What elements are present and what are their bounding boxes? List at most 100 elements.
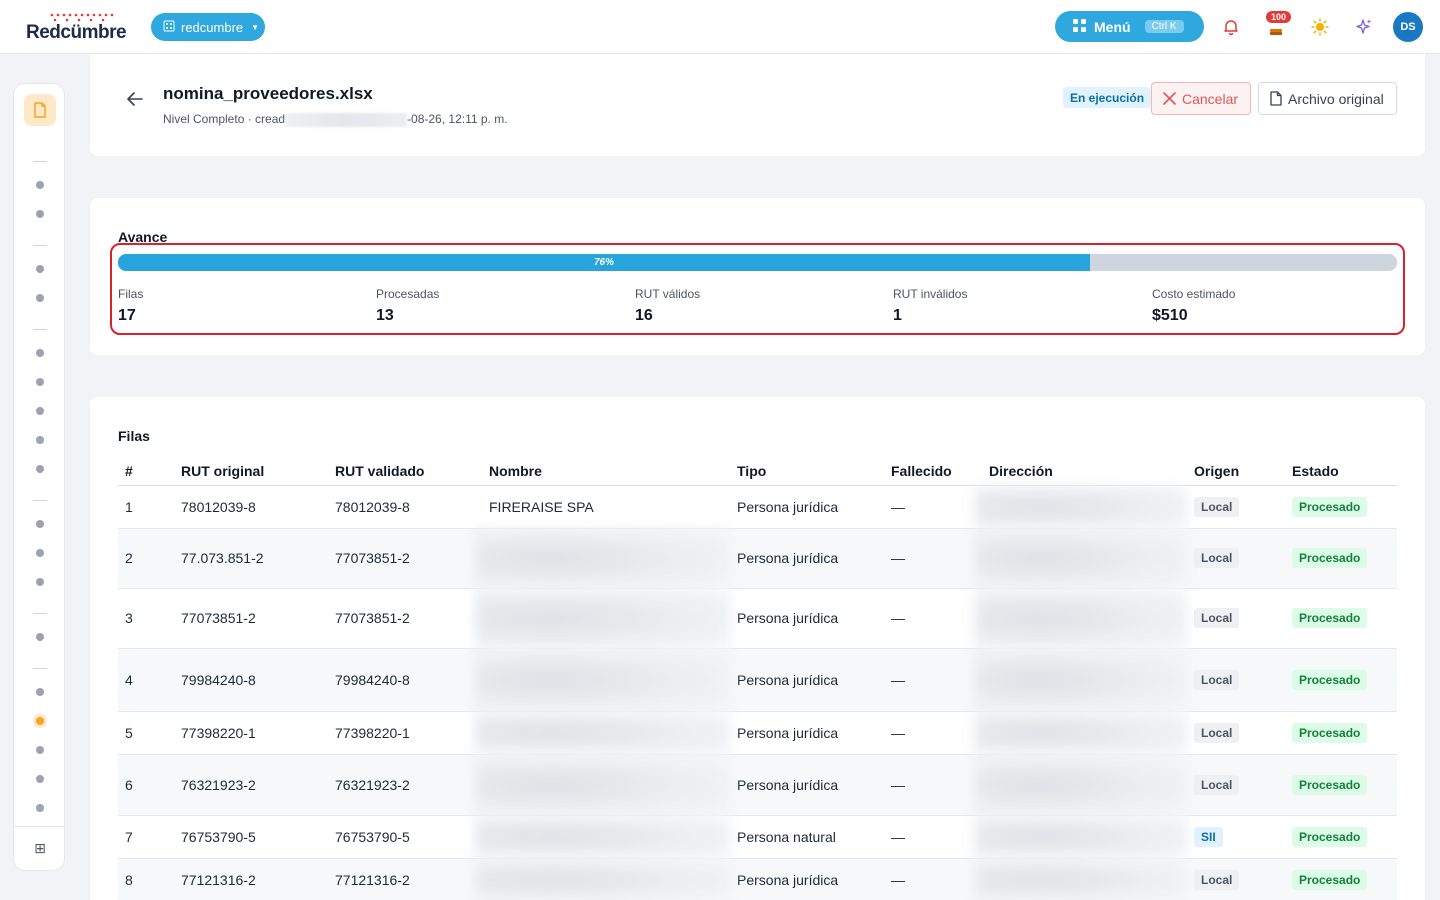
- direccion-cell: [975, 528, 1187, 589]
- rail-item[interactable]: [36, 378, 44, 386]
- rail-item-active[interactable]: [36, 717, 44, 725]
- row-number: 7: [118, 815, 174, 859]
- rail-item[interactable]: [36, 349, 44, 357]
- rail-separator: [33, 613, 47, 614]
- rail-separator: [33, 245, 47, 246]
- rail-item[interactable]: [36, 549, 44, 557]
- rut-original: 76321923-2: [174, 754, 328, 816]
- progress-bar: 76%: [118, 254, 1397, 271]
- rut-validado: 77121316-2: [328, 858, 482, 900]
- original-label: Archivo original: [1288, 90, 1384, 107]
- direccion-cell: [975, 711, 1187, 755]
- rut-validado: 77073851-2: [328, 528, 482, 589]
- back-button[interactable]: [126, 90, 144, 108]
- stat-rut-validos: RUT válidos 16: [635, 287, 835, 325]
- tipo-cell: Persona jurídica: [730, 858, 884, 900]
- rail-item[interactable]: [36, 407, 44, 415]
- table-row[interactable]: 8 77121316-2 77121316-2 Persona jurídica — Lo…: [118, 858, 1397, 900]
- fallecido-cell: —: [884, 754, 982, 816]
- nombre-cell: [475, 815, 730, 859]
- redacted-address: [975, 711, 1187, 754]
- logo[interactable]: Redcümbre: [26, 12, 136, 43]
- table-row[interactable]: 5 77398220-1 77398220-1 Persona jurídica — Lo…: [118, 711, 1397, 755]
- fallecido-cell: —: [884, 588, 982, 649]
- rows-card: Filas # RUT original RUT validado Nombre…: [90, 397, 1425, 900]
- column-header[interactable]: Dirección: [982, 457, 1187, 486]
- rows-table: # RUT original RUT validado Nombre Tipo …: [118, 457, 1397, 900]
- rail-item[interactable]: [36, 436, 44, 444]
- close-icon: [1163, 92, 1176, 105]
- table-row[interactable]: 7 76753790-5 76753790-5 Persona natural — SII…: [118, 815, 1397, 859]
- rail-item[interactable]: [36, 181, 44, 189]
- building-icon: [163, 19, 175, 35]
- redacted-address: [975, 528, 1187, 588]
- rail-item-files[interactable]: [24, 94, 56, 126]
- rail-item[interactable]: [36, 294, 44, 302]
- origen-tag: SII: [1194, 826, 1223, 847]
- rail-item[interactable]: [36, 688, 44, 696]
- rail-item[interactable]: [36, 578, 44, 586]
- nombre-cell: [475, 711, 730, 755]
- rail-item[interactable]: [36, 265, 44, 273]
- rut-validado: 76321923-2: [328, 754, 482, 816]
- table-row[interactable]: 3 77073851-2 77073851-2 Persona jurídica — Lo…: [118, 588, 1397, 649]
- rut-validado: 77073851-2: [328, 588, 482, 649]
- rut-validado: 76753790-5: [328, 815, 482, 859]
- rail-item[interactable]: [36, 746, 44, 754]
- stat-label: Costo estimado: [1152, 287, 1236, 301]
- rail-item[interactable]: [36, 633, 44, 641]
- table-row[interactable]: 2 77.073.851-2 77073851-2 Persona jurídica —…: [118, 528, 1397, 589]
- original-file-button[interactable]: Archivo original: [1258, 82, 1397, 115]
- estado-badge: Procesado: [1292, 496, 1368, 517]
- direccion-cell: [975, 754, 1187, 816]
- column-header[interactable]: RUT validado: [328, 457, 482, 486]
- arrow-left-icon: [127, 92, 143, 106]
- column-header[interactable]: Origen: [1187, 457, 1285, 486]
- notifications-button[interactable]: [1218, 14, 1244, 40]
- document-icon: [1270, 91, 1282, 106]
- menu-shortcut: Ctrl K: [1144, 20, 1184, 33]
- column-header[interactable]: Tipo: [730, 457, 884, 486]
- fallecido-cell: —: [884, 485, 982, 529]
- rail-item[interactable]: [36, 520, 44, 528]
- cancel-button[interactable]: Cancelar: [1151, 82, 1251, 115]
- rail-item[interactable]: [36, 465, 44, 473]
- origen-cell: Local: [1187, 528, 1285, 589]
- table-row[interactable]: 6 76321923-2 76321923-2 Persona jurídica — Lo…: [118, 754, 1397, 816]
- org-selector[interactable]: redcumbre ▼: [151, 13, 265, 41]
- column-header[interactable]: Estado: [1285, 457, 1397, 486]
- ai-assistant-button[interactable]: [1351, 14, 1377, 40]
- rut-validado: 79984240-8: [328, 648, 482, 712]
- nombre-cell: FIRERAISE SPA: [482, 485, 730, 529]
- column-header[interactable]: Nombre: [482, 457, 730, 486]
- column-header[interactable]: Fallecido: [884, 457, 982, 486]
- rail-item[interactable]: [36, 804, 44, 812]
- direccion-cell: [975, 588, 1187, 649]
- rail-item[interactable]: [36, 775, 44, 783]
- estado-badge: Procesado: [1292, 548, 1368, 568]
- menu-button[interactable]: Menú Ctrl K: [1055, 11, 1204, 42]
- column-header[interactable]: RUT original: [174, 457, 328, 486]
- stat-value: 13: [376, 307, 394, 324]
- table-row[interactable]: 4 79984240-8 79984240-8 Persona jurídica — Lo…: [118, 648, 1397, 712]
- column-header[interactable]: #: [118, 457, 174, 486]
- origen-tag: Local: [1194, 548, 1240, 568]
- job-header: nomina_proveedores.xlsx Nivel Completo ·…: [90, 54, 1425, 156]
- estado-cell: Procesado: [1285, 588, 1397, 649]
- progress-card: Avance 76% Filas 17 Procesadas 13 RUT vá…: [90, 198, 1425, 355]
- rail-item[interactable]: [36, 210, 44, 218]
- estado-badge: Procesado: [1292, 826, 1368, 847]
- user-avatar[interactable]: DS: [1393, 12, 1423, 42]
- redacted-name: [475, 815, 730, 858]
- rail-separator: [33, 161, 47, 162]
- tipo-cell: Persona jurídica: [730, 711, 884, 755]
- theme-toggle[interactable]: [1307, 14, 1333, 40]
- menu-label: Menú: [1094, 18, 1131, 35]
- row-number: 1: [118, 485, 174, 529]
- origen-cell: SII: [1187, 815, 1285, 859]
- redacted-name: [475, 528, 730, 588]
- table-row[interactable]: 1 78012039-8 78012039-8 FIRERAISE SPA Person…: [118, 485, 1397, 529]
- caret-down-icon: ▼: [251, 22, 260, 32]
- apps-grid-icon[interactable]: ⊞: [32, 840, 48, 856]
- redacted-name: [475, 711, 730, 754]
